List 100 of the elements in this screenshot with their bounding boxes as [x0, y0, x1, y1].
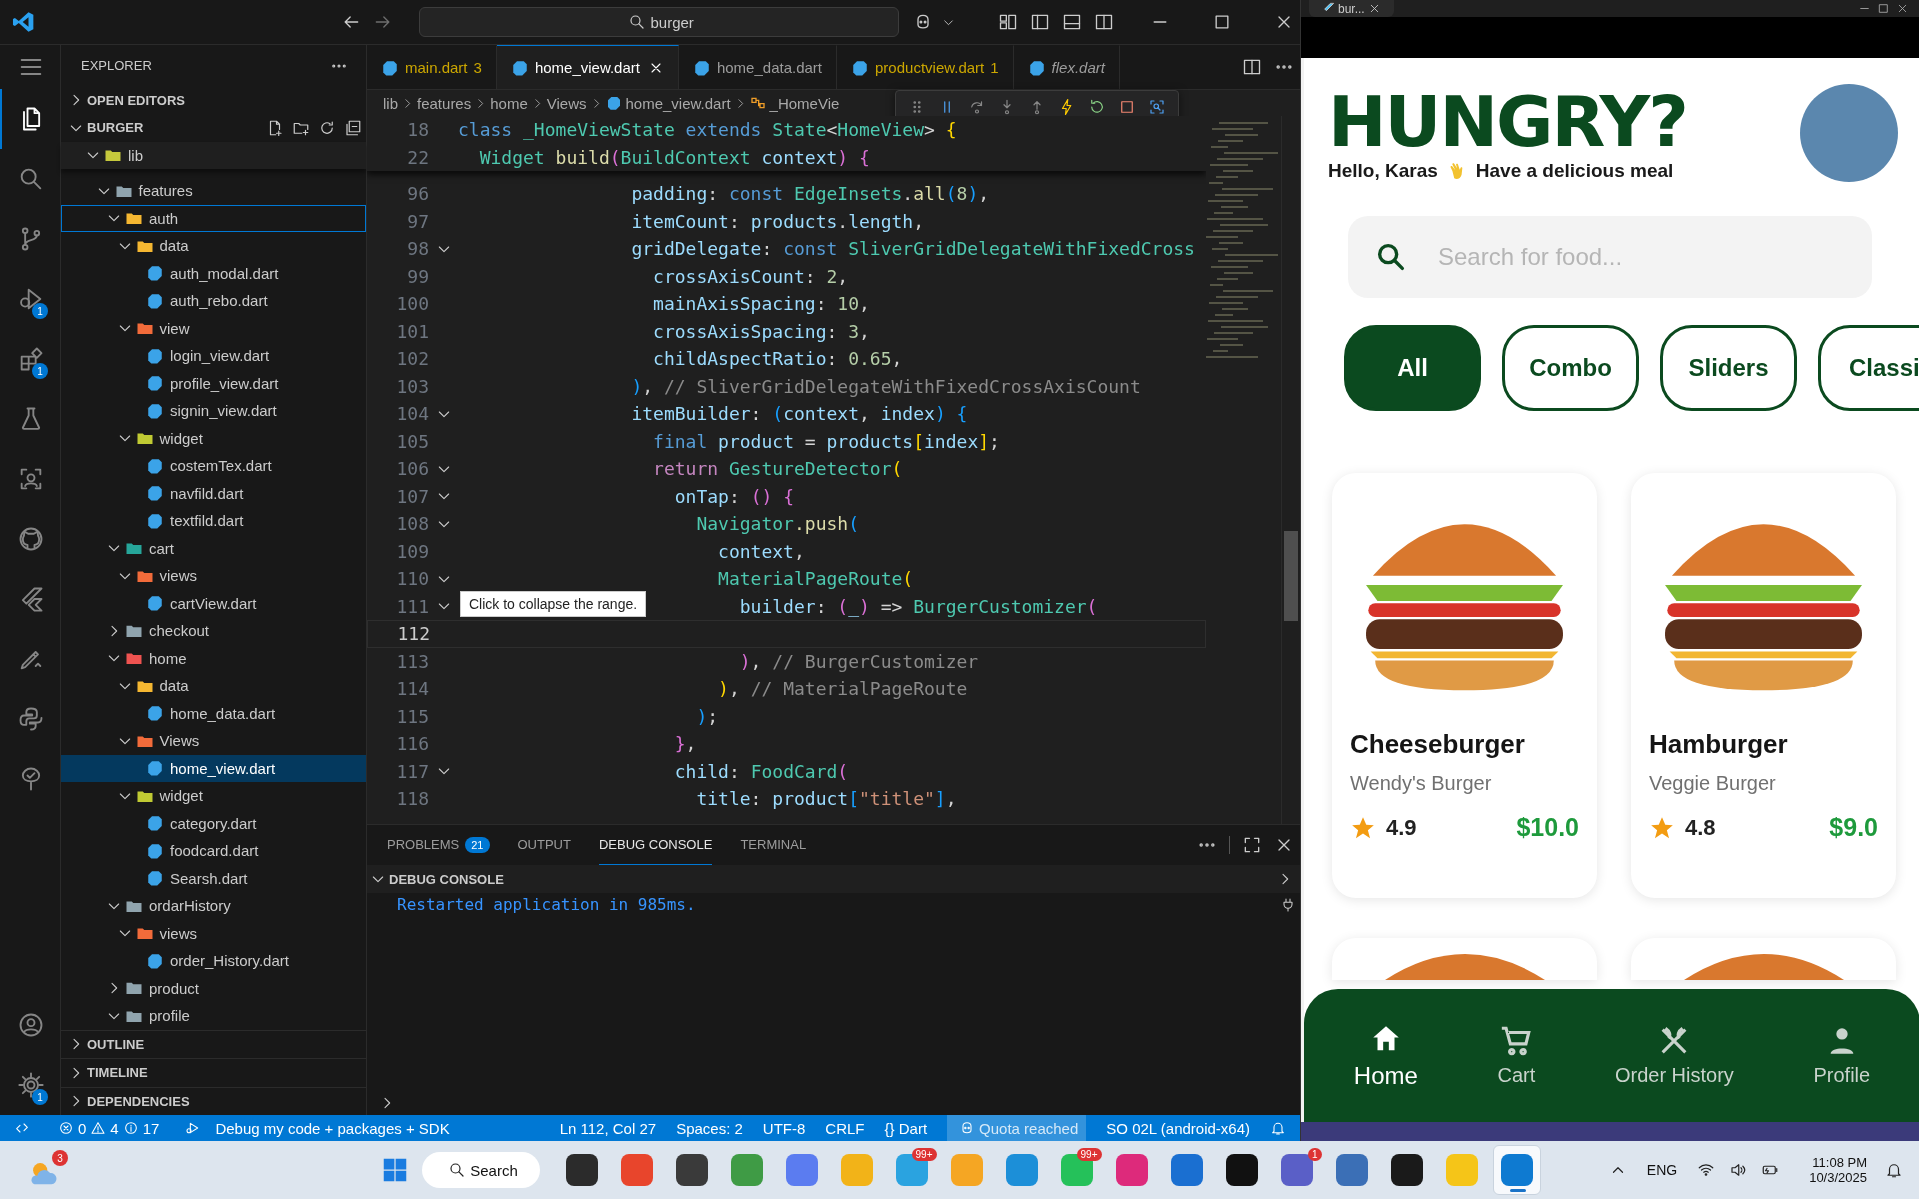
maximize-icon[interactable]: [1877, 2, 1890, 15]
workspace-header[interactable]: BURGER: [65, 119, 262, 136]
tree-item[interactable]: textfild.dart: [61, 507, 366, 535]
nav-item[interactable]: Home: [1353, 1021, 1418, 1090]
wifi-icon[interactable]: [1697, 1161, 1716, 1179]
snake-logo-icon[interactable]: [17, 705, 45, 733]
account-icon[interactable]: [17, 1011, 45, 1039]
panel-tab[interactable]: OUTPUT: [517, 825, 571, 865]
tree-item[interactable]: foodcard.dart: [61, 837, 366, 865]
editor-tab[interactable]: main.dart 3: [367, 45, 497, 89]
split-editor-icon[interactable]: [1242, 57, 1262, 77]
section-header[interactable]: TIMELINE: [61, 1058, 366, 1087]
status-item[interactable]: Spaces: 2: [676, 1115, 743, 1141]
volume-icon[interactable]: [1729, 1161, 1748, 1179]
tree-item[interactable]: navfild.dart: [61, 479, 366, 507]
close-icon[interactable]: [1896, 2, 1909, 15]
tree-item[interactable]: profile: [61, 1002, 366, 1030]
tree-item[interactable]: views: [61, 562, 366, 590]
maximize-panel-icon[interactable]: [1242, 835, 1262, 855]
nav-item[interactable]: Cart: [1497, 1024, 1536, 1087]
refresh-icon[interactable]: [318, 118, 336, 137]
layout-icon[interactable]: [998, 12, 1018, 32]
search-field[interactable]: Search for food...: [1348, 216, 1872, 298]
product-card[interactable]: [1631, 938, 1896, 980]
section-header[interactable]: OUTLINE: [61, 1029, 366, 1058]
tree-item[interactable]: signin_view.dart: [61, 397, 366, 425]
editor-tab[interactable]: productview.dart 1: [837, 45, 1014, 89]
problems-status[interactable]: 0 4 17: [54, 1115, 160, 1141]
nav-item[interactable]: Order History: [1614, 1024, 1734, 1087]
tree-item[interactable]: cart: [61, 534, 366, 562]
debug-profile[interactable]: Debug my code + packages + SDK: [215, 1115, 450, 1141]
tree-item[interactable]: auth_rebo.dart: [61, 287, 366, 315]
tree-item[interactable]: widget: [61, 782, 366, 810]
clock[interactable]: 11:08 PM 10/3/2025: [1809, 1155, 1867, 1185]
section-header[interactable]: DEBUG CONSOLE: [367, 871, 504, 887]
tree-item[interactable]: home: [61, 644, 366, 672]
breadcrumb-item[interactable]: Views: [546, 94, 587, 112]
collapse-all-icon[interactable]: [344, 118, 362, 137]
bell-icon[interactable]: [1885, 1161, 1903, 1179]
product-card[interactable]: Cheeseburger Wendy's Burger 4.9 $10.0: [1332, 473, 1597, 898]
breadcrumb-item[interactable]: features: [417, 94, 472, 112]
stop-icon[interactable]: [1118, 98, 1136, 116]
status-item[interactable]: SO 02L (android-x64): [1106, 1115, 1250, 1141]
command-search-field[interactable]: burger: [419, 7, 899, 37]
status-item[interactable]: Ln 112, Col 27: [559, 1115, 657, 1141]
window-tab[interactable]: bur...: [1309, 0, 1394, 17]
tree-item[interactable]: data: [61, 672, 366, 700]
plug-icon[interactable]: [1280, 897, 1296, 913]
line-number: 116: [395, 733, 429, 755]
tree-item[interactable]: home_data.dart: [61, 699, 366, 727]
toggle-sidebar-icon[interactable]: [1030, 12, 1050, 32]
taskbar-search[interactable]: Search: [422, 1152, 540, 1188]
tree-item[interactable]: Searsh.dart: [61, 864, 366, 892]
tree-item[interactable]: cartView.dart: [61, 589, 366, 617]
toggle-secondary-sidebar-icon[interactable]: [1094, 12, 1114, 32]
language-indicator[interactable]: ENG: [1646, 1162, 1678, 1178]
product-card[interactable]: [1332, 938, 1597, 980]
tree-item[interactable]: costemTex.dart: [61, 452, 366, 480]
tree-item[interactable]: home_view.dart: [61, 754, 366, 782]
category-chip[interactable]: Combo: [1502, 325, 1639, 411]
tree-item[interactable]: ordarHistory: [61, 892, 366, 920]
category-chip[interactable]: Classi: [1818, 325, 1919, 411]
tree-item[interactable]: data: [61, 232, 366, 260]
tree-item[interactable]: Views: [61, 727, 366, 755]
tree-item[interactable]: product: [61, 974, 366, 1002]
tree-item[interactable]: widget: [61, 424, 366, 452]
restart-icon[interactable]: [1088, 98, 1106, 116]
editor-tab[interactable]: home_data.dart: [678, 45, 837, 89]
tree-item[interactable]: features: [61, 177, 366, 205]
tree-item[interactable]: auth_modal.dart: [61, 259, 366, 287]
status-item[interactable]: UTF-8: [762, 1115, 806, 1141]
panel-tab[interactable]: PROBLEMS 21: [387, 825, 490, 865]
breadcrumb-item[interactable]: home_view.dart: [625, 94, 731, 112]
nav-item[interactable]: Profile: [1813, 1024, 1871, 1087]
status-item[interactable]: CRLF: [825, 1115, 865, 1141]
category-chip[interactable]: Sliders: [1660, 325, 1797, 411]
settings-icon[interactable]: [17, 1071, 45, 1099]
toggle-panel-icon[interactable]: [1062, 12, 1082, 32]
tree-item[interactable]: profile_view.dart: [61, 369, 366, 397]
tree-item[interactable]: category.dart: [61, 809, 366, 837]
product-card[interactable]: Hamburger Veggie Burger 4.8 $9.0: [1631, 473, 1896, 898]
tree-item[interactable]: login_view.dart: [61, 342, 366, 370]
tree-item[interactable]: auth: [61, 204, 366, 232]
editor-tab[interactable]: home_view.dart: [496, 45, 679, 89]
tree-item[interactable]: view: [61, 314, 366, 342]
status-item[interactable]: {} Dart: [884, 1115, 928, 1141]
breadcrumb-item[interactable]: lib: [383, 94, 398, 112]
section-header[interactable]: OPEN EDITORS: [61, 86, 366, 114]
tree-item[interactable]: lib: [61, 141, 366, 169]
tree-item[interactable]: order_History.dart: [61, 947, 366, 975]
scrollbar-thumb[interactable]: [1284, 531, 1298, 621]
tree-item[interactable]: views: [61, 919, 366, 947]
cat-logo-icon[interactable]: [17, 525, 45, 553]
inspect-icon[interactable]: [1148, 98, 1166, 116]
category-chip[interactable]: All: [1344, 325, 1481, 411]
breadcrumb-item[interactable]: home: [490, 94, 528, 112]
editor-tab[interactable]: flex.dart: [1013, 45, 1120, 89]
panel-tab[interactable]: TERMINAL: [740, 825, 807, 865]
breadcrumb-item[interactable]: _HomeVie: [769, 94, 840, 112]
tree-item[interactable]: checkout: [61, 617, 366, 645]
